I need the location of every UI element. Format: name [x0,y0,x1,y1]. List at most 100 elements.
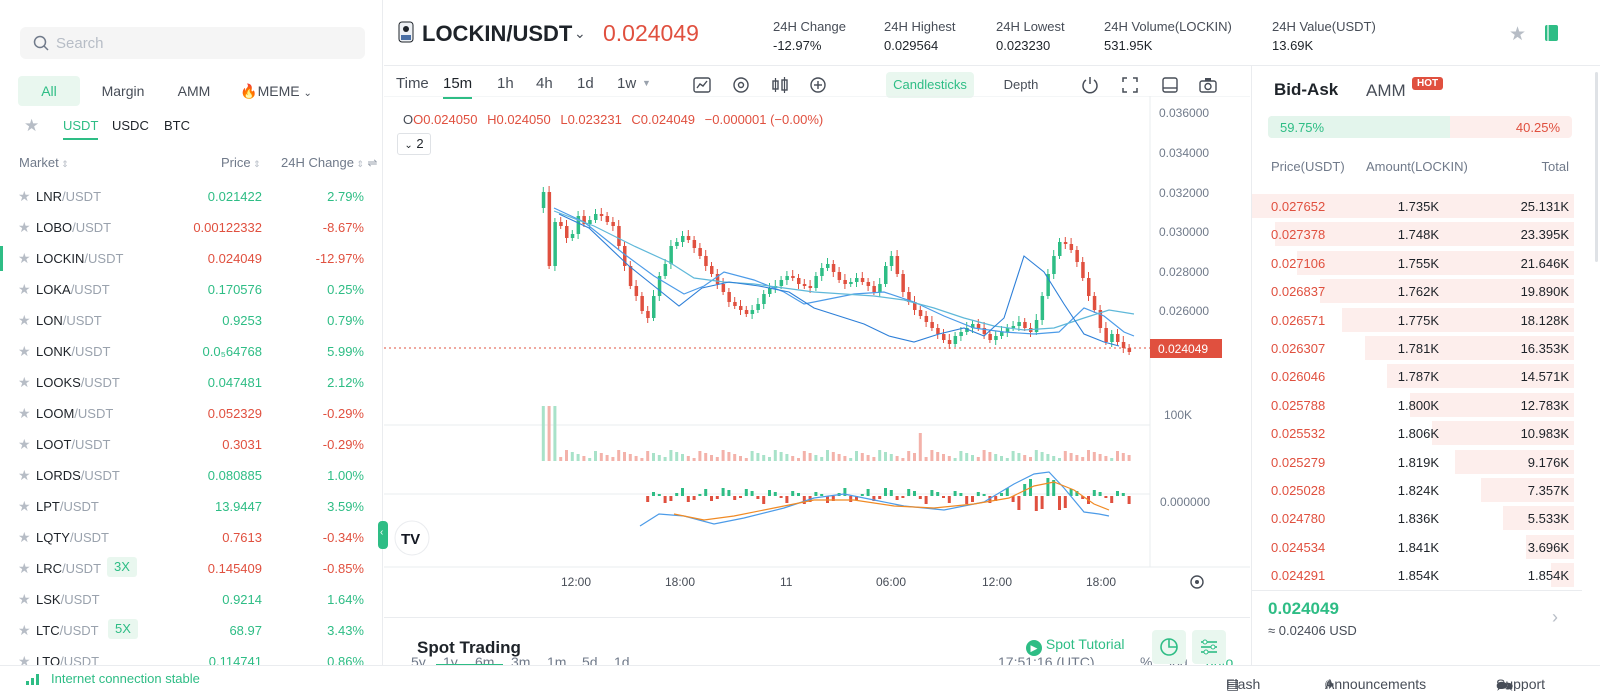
column-price[interactable]: Price ⇕ [221,155,261,170]
volume-bar [1058,458,1061,461]
ask-row[interactable]: 0.027378 1.748K 23.395K [1252,220,1582,248]
tab-meme[interactable]: 🔥MEME ⌄ [236,76,316,106]
market-row[interactable]: ★ LNR/USDT 0.021422 2.79% [0,181,382,212]
swap-icon[interactable]: ⇌ [364,156,377,170]
ask-row[interactable]: 0.025532 1.806K 10.983K [1252,419,1582,447]
spot-tutorial-link[interactable]: ▶ Spot Tutorial [1026,636,1125,656]
macd-bar [1040,496,1044,509]
ask-total: 5.533K [1527,511,1569,527]
settings-sliders-button[interactable] [1192,630,1226,664]
timeframe-1h[interactable]: 1h [497,75,514,92]
book-scrollbar[interactable] [1595,72,1598,262]
ask-row[interactable]: 0.026571 1.775K 18.128K [1252,306,1582,334]
market-row[interactable]: ★ LSK/USDT 0.9214 1.64% [0,584,382,615]
market-row[interactable]: ★ LPT/USDT 13.9447 3.59% [0,491,382,522]
pair-dropdown-chevron-icon[interactable]: ⌄ [574,25,586,42]
column-market[interactable]: Market ⇕ [19,155,69,170]
market-row[interactable]: ★ LONK/USDT 0.0₅64768 5.99% [0,336,382,367]
layout-icon[interactable] [1160,75,1180,95]
candle [884,266,888,284]
star-icon[interactable]: ★ [18,498,31,515]
star-icon[interactable]: ★ [18,374,31,391]
star-icon[interactable]: ★ [18,281,31,298]
price-chart[interactable]: 0.036000 0.034000 0.032000 0.030000 0.02… [384,96,1250,606]
market-change: 0.79% [327,313,364,328]
favorite-star-icon[interactable]: ★ [1509,23,1526,46]
fullscreen-icon[interactable] [1120,75,1140,95]
tab-margin[interactable]: Margin [92,76,154,106]
volume-bar [721,450,725,461]
timeframe-time[interactable]: Time [396,75,429,92]
star-icon[interactable]: ★ [18,405,31,422]
market-row[interactable]: ★ LOKA/USDT 0.170576 0.25% [0,274,382,305]
ask-row[interactable]: 0.025788 1.800K 12.783K [1252,391,1582,419]
candle-style-icon[interactable] [770,75,790,95]
tab-amm-book[interactable]: AMM [1366,81,1406,101]
chevron-right-icon[interactable]: › [1552,607,1558,628]
market-base: LONK [36,344,72,359]
ask-row[interactable]: 0.024291 1.854K 1.854K [1252,561,1582,589]
star-icon[interactable]: ★ [18,591,31,608]
ask-row[interactable]: 0.025279 1.819K 9.176K [1252,448,1582,476]
star-icon[interactable]: ★ [18,250,31,267]
power-icon[interactable] [1080,75,1100,95]
star-icon[interactable]: ★ [18,467,31,484]
ask-row[interactable]: 0.026046 1.787K 14.571K [1252,362,1582,390]
market-row[interactable]: ★ LOOKS/USDT 0.047481 2.12% [0,367,382,398]
market-row[interactable]: ★ LORDS/USDT 0.080885 1.00% [0,460,382,491]
star-icon[interactable]: ★ [18,312,31,329]
add-indicator-icon[interactable] [808,75,828,95]
star-icon[interactable]: ★ [18,436,31,453]
settings-icon[interactable] [731,75,751,95]
tab-amm[interactable]: AMM [166,76,222,106]
quote-tab-usdt[interactable]: USDT [63,118,99,140]
star-icon[interactable]: ★ [18,622,31,639]
price-tick: 0.034000 [1159,146,1209,160]
favorites-star-icon[interactable]: ★ [24,116,39,136]
macd-bar [686,496,690,502]
market-row[interactable]: ★ LOBO/USDT 0.00122332 -8.67% [0,212,382,243]
ask-row[interactable]: 0.024780 1.836K 5.533K [1252,504,1582,532]
candlesticks-button[interactable]: Candlesticks [886,72,974,98]
search-input[interactable]: Search [20,27,365,59]
market-row[interactable]: ★ LOOM/USDT 0.052329 -0.29% [0,398,382,429]
ask-row[interactable]: 0.026837 1.762K 19.890K [1252,277,1582,305]
time-axis-settings-icon[interactable] [1190,575,1204,589]
market-row[interactable]: ★ LRC/USDT 3X 0.145409 -0.85% [0,553,382,584]
camera-icon[interactable] [1198,75,1218,95]
quote-tab-btc[interactable]: BTC [164,118,190,140]
ask-row[interactable]: 0.027106 1.755K 21.646K [1252,249,1582,277]
pair-title[interactable]: LOCKIN/USDT [422,21,572,47]
pie-chart-button[interactable] [1152,630,1186,664]
ask-row[interactable]: 0.026307 1.781K 16.353K [1252,334,1582,362]
star-icon[interactable]: ★ [18,219,31,236]
star-icon[interactable]: ★ [18,188,31,205]
star-icon[interactable]: ★ [18,560,31,577]
candle [953,336,958,344]
market-row[interactable]: ★ LTC/USDT 5X 68.97 3.43% [0,615,382,646]
timeframe-1d[interactable]: 1d [577,75,594,92]
market-change: -0.29% [322,437,364,452]
tab-bid-ask[interactable]: Bid-Ask [1274,80,1338,100]
book-icon[interactable] [1544,24,1560,42]
candle [663,264,668,276]
quote-tab-usdc[interactable]: USDC [112,118,149,140]
depth-button[interactable]: Depth [996,72,1046,98]
ask-row[interactable]: 0.024534 1.841K 3.696K [1252,533,1582,561]
timeframe-4h[interactable]: 4h [536,75,553,92]
ask-row[interactable]: 0.025028 1.824K 7.357K [1252,476,1582,504]
indicator-chart-icon[interactable] [692,75,712,95]
volume-bar [1011,451,1015,461]
market-row[interactable]: ★ LOCKIN/USDT 0.024049 -12.97% [0,243,382,274]
candle [924,316,929,322]
timeframe-dropdown-icon[interactable]: ▼ [642,78,651,88]
tab-all[interactable]: All [18,76,80,106]
star-icon[interactable]: ★ [18,343,31,360]
timeframe-1w[interactable]: 1w [617,75,636,92]
market-row[interactable]: ★ LON/USDT 0.9253 0.79% [0,305,382,336]
market-row[interactable]: ★ LQTY/USDT 0.7613 -0.34% [0,522,382,553]
star-icon[interactable]: ★ [18,529,31,546]
market-row[interactable]: ★ LOOT/USDT 0.3031 -0.29% [0,429,382,460]
ask-row[interactable]: 0.027652 1.735K 25.131K [1252,192,1582,220]
column-change[interactable]: 24H Change ⇕ ⇌ [281,155,377,170]
